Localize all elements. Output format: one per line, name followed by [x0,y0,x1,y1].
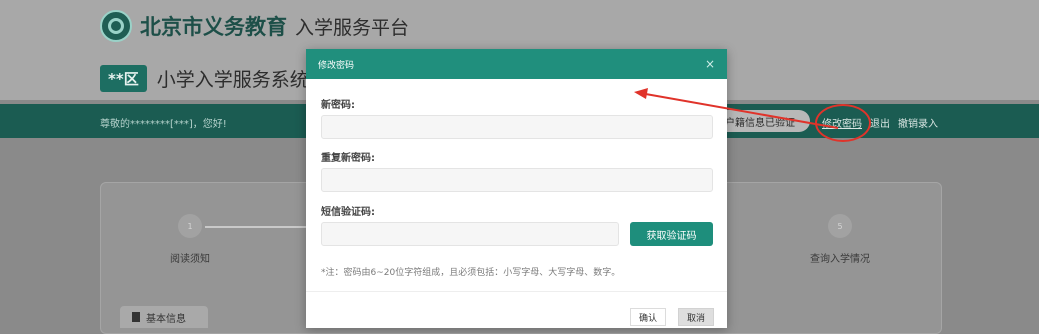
revoke-entry-link[interactable]: 撤销录入 [898,115,938,130]
annotation-circle [815,104,871,142]
repeat-password-label: 重复新密码: [321,153,375,164]
change-password-modal: 修改密码 × 新密码: 重复新密码: 短信验证码: 获取验证码 *注：密码由6~… [306,49,727,328]
step-1-label: 阅读须知 [170,254,210,265]
district-badge: **区 [100,65,147,92]
sms-code-label: 短信验证码: [321,207,375,218]
step-5-dot: 5 [828,214,852,238]
new-password-input[interactable] [321,115,713,139]
platform-title: 入学服务平台 [295,16,410,39]
new-password-label: 新密码: [321,100,355,111]
step-5: 5 查询入学情况 [810,214,870,265]
step-1-dot: 1 [178,214,202,238]
cancel-button[interactable]: 取消 [678,308,714,326]
close-icon[interactable]: × [705,57,715,71]
basic-info-label: 基本信息 [146,313,186,325]
repeat-password-input[interactable] [321,168,713,192]
confirm-button[interactable]: 确认 [630,308,666,326]
system-title: 小学入学服务系统 [156,69,309,91]
basic-info-tab[interactable]: 基本信息 [120,306,208,328]
logout-link[interactable]: 退出 [870,115,890,130]
city-title: 北京市义务教育 [140,15,287,39]
greeting-text: 尊敬的********[***]，您好! [100,119,227,130]
logo-icon [100,10,132,42]
sms-code-input[interactable] [321,222,619,246]
document-icon [132,312,140,322]
step-1: 1 阅读须知 [170,214,210,265]
modal-header: 修改密码 × [306,49,727,79]
password-rule-note: *注：密码由6~20位字符组成，且必须包括：小写字母、大写字母、数字。 [321,268,621,278]
modal-title: 修改密码 [318,60,355,71]
get-sms-code-button[interactable]: 获取验证码 [630,222,713,246]
step-5-label: 查询入学情况 [810,254,870,265]
logo-row: 北京市义务教育 入学服务平台 [100,10,409,42]
district-row: **区 小学入学服务系统 [100,65,309,92]
